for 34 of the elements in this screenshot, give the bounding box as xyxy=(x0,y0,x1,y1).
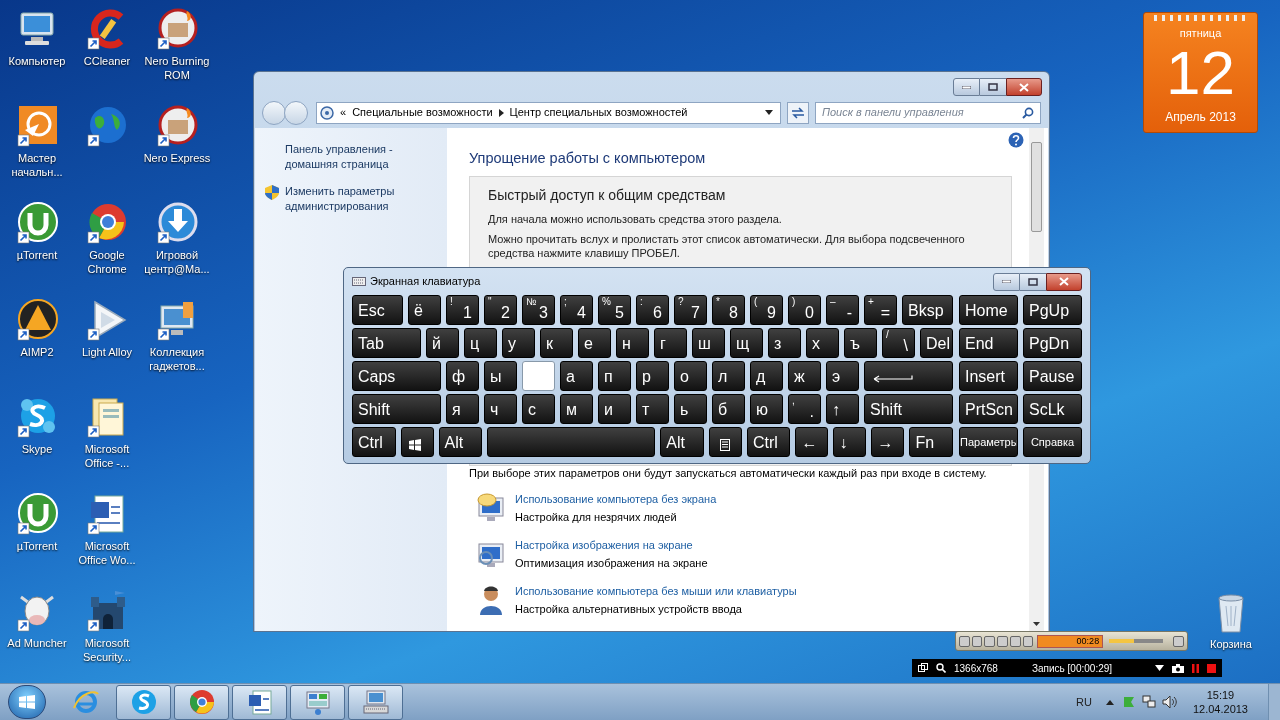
icon-label: Light Alloy xyxy=(80,345,134,359)
page-heading: Упрощение работы с компьютером xyxy=(469,149,707,168)
recording-status: Запись [00:00:29] xyxy=(1032,661,1113,676)
icon-label: µTorrent xyxy=(15,539,59,553)
task-description: Настройка для незрячих людей xyxy=(515,509,678,524)
panel-text: Для начала можно использовать средства этого раздела. xyxy=(488,211,783,226)
address-prefix: « xyxy=(340,105,347,121)
icon-label: Компьютер xyxy=(7,54,67,68)
icon-label: AIMP2 xyxy=(19,345,55,359)
panel-title: Быстрый доступ к общим средствам xyxy=(488,185,727,205)
icon-label: Корзина xyxy=(1210,637,1252,652)
calendar-month: Апрель 2013 xyxy=(1165,108,1236,126)
icon-label: Nero Express xyxy=(142,151,212,165)
icon-label: Коллекция гаджетов... xyxy=(148,345,206,373)
resolution-text: 1366x768 xyxy=(954,661,999,676)
window-title: Экранная клавиатура xyxy=(370,274,482,290)
player-display: 00:28 xyxy=(1037,634,1104,648)
icon-label: Nero Burning ROM xyxy=(143,54,211,82)
icon-label: Игровой центр@Ма... xyxy=(143,248,211,276)
task-description: Настройка альтернативных устройств ввода xyxy=(515,601,743,616)
icon-label: µTorrent xyxy=(15,248,59,262)
note-text: При выборе этих параметров они будут запускаться автоматически каждый раз при входе в систему. xyxy=(469,465,988,480)
icon-label: Microsoft Security... xyxy=(81,636,133,664)
icon-label: Skype xyxy=(20,442,54,456)
icon-label: Ad Muncher xyxy=(6,636,68,650)
icon-label: Мастер начальн... xyxy=(10,151,64,179)
calendar-day: 12 xyxy=(1166,41,1235,104)
calendar-weekday: пятница xyxy=(1179,26,1222,41)
icon-label: Google Chrome xyxy=(86,248,128,276)
icon-label: CCleaner xyxy=(82,54,132,68)
icon-label: Microsoft Office -... xyxy=(83,442,131,470)
task-description: Оптимизация изображения на экране xyxy=(515,555,708,570)
panel-text: Можно прочитать вслух и пролистать этот список автоматически. Для выбора подсвеченного средства нажмите клавишу ПРОБЕЛ. xyxy=(488,231,966,260)
icon-label: Microsoft Office Wo... xyxy=(77,539,137,567)
